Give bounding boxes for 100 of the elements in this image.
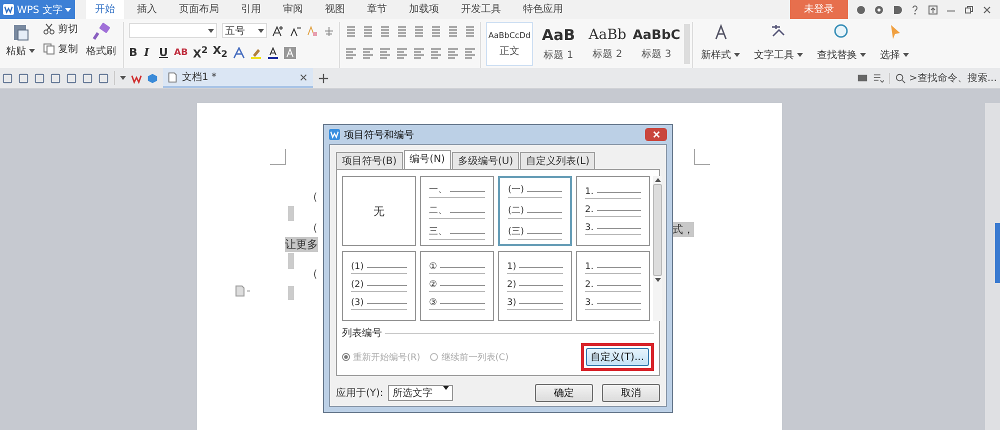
menu-tab[interactable]: 章节 xyxy=(358,0,396,19)
numbering-style-option[interactable]: 一、 二、 三、 xyxy=(420,176,494,246)
menu-tab[interactable]: 开始 xyxy=(86,0,124,19)
numbering-style-option[interactable]: 1. 2. 3. xyxy=(576,176,650,246)
style-name: 标题 1 xyxy=(544,48,574,62)
command-search-field[interactable]: >查找命令、搜索... xyxy=(889,72,1000,84)
new-tab-icon[interactable] xyxy=(318,72,329,84)
menu-tab[interactable]: 页面布局 xyxy=(170,0,228,19)
style-preview: AaB xyxy=(542,26,576,44)
style-name: 标题 2 xyxy=(592,48,622,61)
tool-button[interactable]: 文字工具 xyxy=(751,22,806,68)
apply-to-dropdown[interactable]: 所选文字 xyxy=(388,385,454,401)
cut-button[interactable]: 剪切 xyxy=(43,22,78,36)
app-menu-button[interactable]: WPS 文字 xyxy=(0,0,75,19)
scroll-up-icon[interactable] xyxy=(654,178,660,182)
close-button[interactable] xyxy=(645,128,667,141)
style-name: 标题 3 xyxy=(642,48,672,60)
restore-icon[interactable] xyxy=(964,4,974,14)
dialog-tab[interactable]: 项目符号(B) xyxy=(336,152,403,169)
align-left-icon[interactable] xyxy=(345,46,357,58)
help-icon[interactable] xyxy=(910,4,920,14)
tool-button[interactable]: 选择 xyxy=(877,22,912,68)
menu-tab[interactable]: 特色应用 xyxy=(514,0,572,19)
format-button[interactable]: U xyxy=(159,46,169,59)
document-tab[interactable]: 文档1 * xyxy=(163,68,313,88)
numbering-style-option[interactable]: 1. 2. 3. xyxy=(576,251,650,321)
paste-button[interactable]: 粘贴 xyxy=(3,22,38,58)
shrink-font-icon[interactable] xyxy=(289,24,301,36)
settings-icon[interactable] xyxy=(874,4,884,14)
style-gallery-item[interactable]: AaB 标题 1 xyxy=(535,22,582,66)
wps-logo-icon xyxy=(329,129,340,140)
copy-button[interactable]: 复制 xyxy=(43,42,78,56)
format-button[interactable]: I xyxy=(144,46,154,59)
style-gallery-item[interactable]: AaBb 标题 2 xyxy=(584,22,631,66)
format-button[interactable]: B xyxy=(129,46,139,59)
list-marker: (1) xyxy=(351,262,364,272)
font-name-field[interactable] xyxy=(129,23,217,38)
numbering-style-option[interactable]: 1) 2) 3) xyxy=(498,251,572,321)
dialog-tab[interactable]: 编号(N) xyxy=(404,150,451,169)
numbering-style-option[interactable]: 无 xyxy=(342,176,416,246)
menu-tab[interactable]: 开发工具 xyxy=(452,0,510,19)
list-marker: (三) xyxy=(508,226,524,238)
font-color-icon[interactable] xyxy=(266,46,279,58)
format-painter-button[interactable]: 格式刷 xyxy=(83,22,119,58)
list-marker: (3) xyxy=(351,298,364,308)
menu-tab[interactable]: 引用 xyxy=(232,0,270,19)
caret-icon xyxy=(208,28,216,32)
highlighter-icon[interactable] xyxy=(250,46,262,58)
list-marker: 3. xyxy=(585,223,594,233)
numbering-style-option[interactable]: (一) (二) (三) xyxy=(498,176,572,246)
close-icon[interactable] xyxy=(298,72,309,82)
wps-logo-icon[interactable] xyxy=(131,72,142,84)
format-button[interactable]: X$^{2}$ xyxy=(192,44,208,60)
vertical-scroll-bar[interactable] xyxy=(653,176,662,321)
font-size-field[interactable]: 五号 xyxy=(222,23,267,38)
vertical-scroll-bar[interactable] xyxy=(985,103,1000,430)
cube-icon[interactable] xyxy=(147,72,158,84)
caret-icon xyxy=(29,49,35,53)
text-effect-icon[interactable] xyxy=(232,46,245,58)
tool-button[interactable]: 查找替换 xyxy=(814,22,869,68)
menu-tab[interactable]: 插入 xyxy=(128,0,166,19)
scroll-down-icon[interactable] xyxy=(654,278,660,282)
dialog-tab[interactable]: 自定义列表(L) xyxy=(520,152,596,169)
list-marker: ① xyxy=(429,262,438,272)
close-icon[interactable] xyxy=(982,4,992,14)
caret-icon xyxy=(860,53,866,57)
gallery-scroll-bar[interactable] xyxy=(684,24,690,64)
menu-tab[interactable]: 加载项 xyxy=(400,0,448,19)
caret-icon xyxy=(734,53,740,57)
section-label: 列表编号 xyxy=(342,326,382,340)
copy-icon xyxy=(43,43,55,55)
tool-button[interactable]: 新样式 xyxy=(698,22,743,68)
list-marker: 2. xyxy=(585,205,594,215)
menu-tab[interactable]: 审阅 xyxy=(274,0,312,19)
format-button[interactable]: X$_{2}$ xyxy=(212,44,228,61)
caret-icon[interactable] xyxy=(120,76,126,80)
numbering-style-option[interactable]: (1) (2) (3) xyxy=(342,251,416,321)
caret-icon xyxy=(258,28,266,32)
paste-options-icon[interactable] xyxy=(235,285,251,297)
brush-icon xyxy=(91,22,111,42)
style-preview: AaBbC xyxy=(633,28,680,42)
style-gallery-item[interactable]: AaBbCcDd 正文 xyxy=(486,22,533,66)
list-marker: (一) xyxy=(508,184,524,196)
document-text: （ xyxy=(307,189,318,204)
list-marker: (二) xyxy=(508,204,524,216)
numbering-style-option[interactable]: ① ② ③ xyxy=(420,251,494,321)
dialog-button[interactable]: 取消 xyxy=(602,384,660,402)
style-gallery-item[interactable]: AaBbC 标题 3 xyxy=(633,22,680,66)
menu-tab[interactable]: 视图 xyxy=(316,0,354,19)
filter-icon[interactable] xyxy=(873,72,884,84)
grow-font-icon[interactable] xyxy=(272,24,284,36)
ribbon-toggle-icon[interactable] xyxy=(928,4,938,14)
customize-button[interactable]: 自定义(T)... xyxy=(586,348,649,366)
format-button[interactable]: AB xyxy=(174,48,188,58)
list-marker: 2. xyxy=(585,280,594,290)
dialog-button[interactable]: 确定 xyxy=(535,384,593,402)
character-shading-icon[interactable] xyxy=(284,46,296,58)
dialog-tab[interactable]: 多级编号(U) xyxy=(452,152,520,169)
list-marker: 3. xyxy=(585,298,594,308)
corner-mark xyxy=(270,149,286,165)
